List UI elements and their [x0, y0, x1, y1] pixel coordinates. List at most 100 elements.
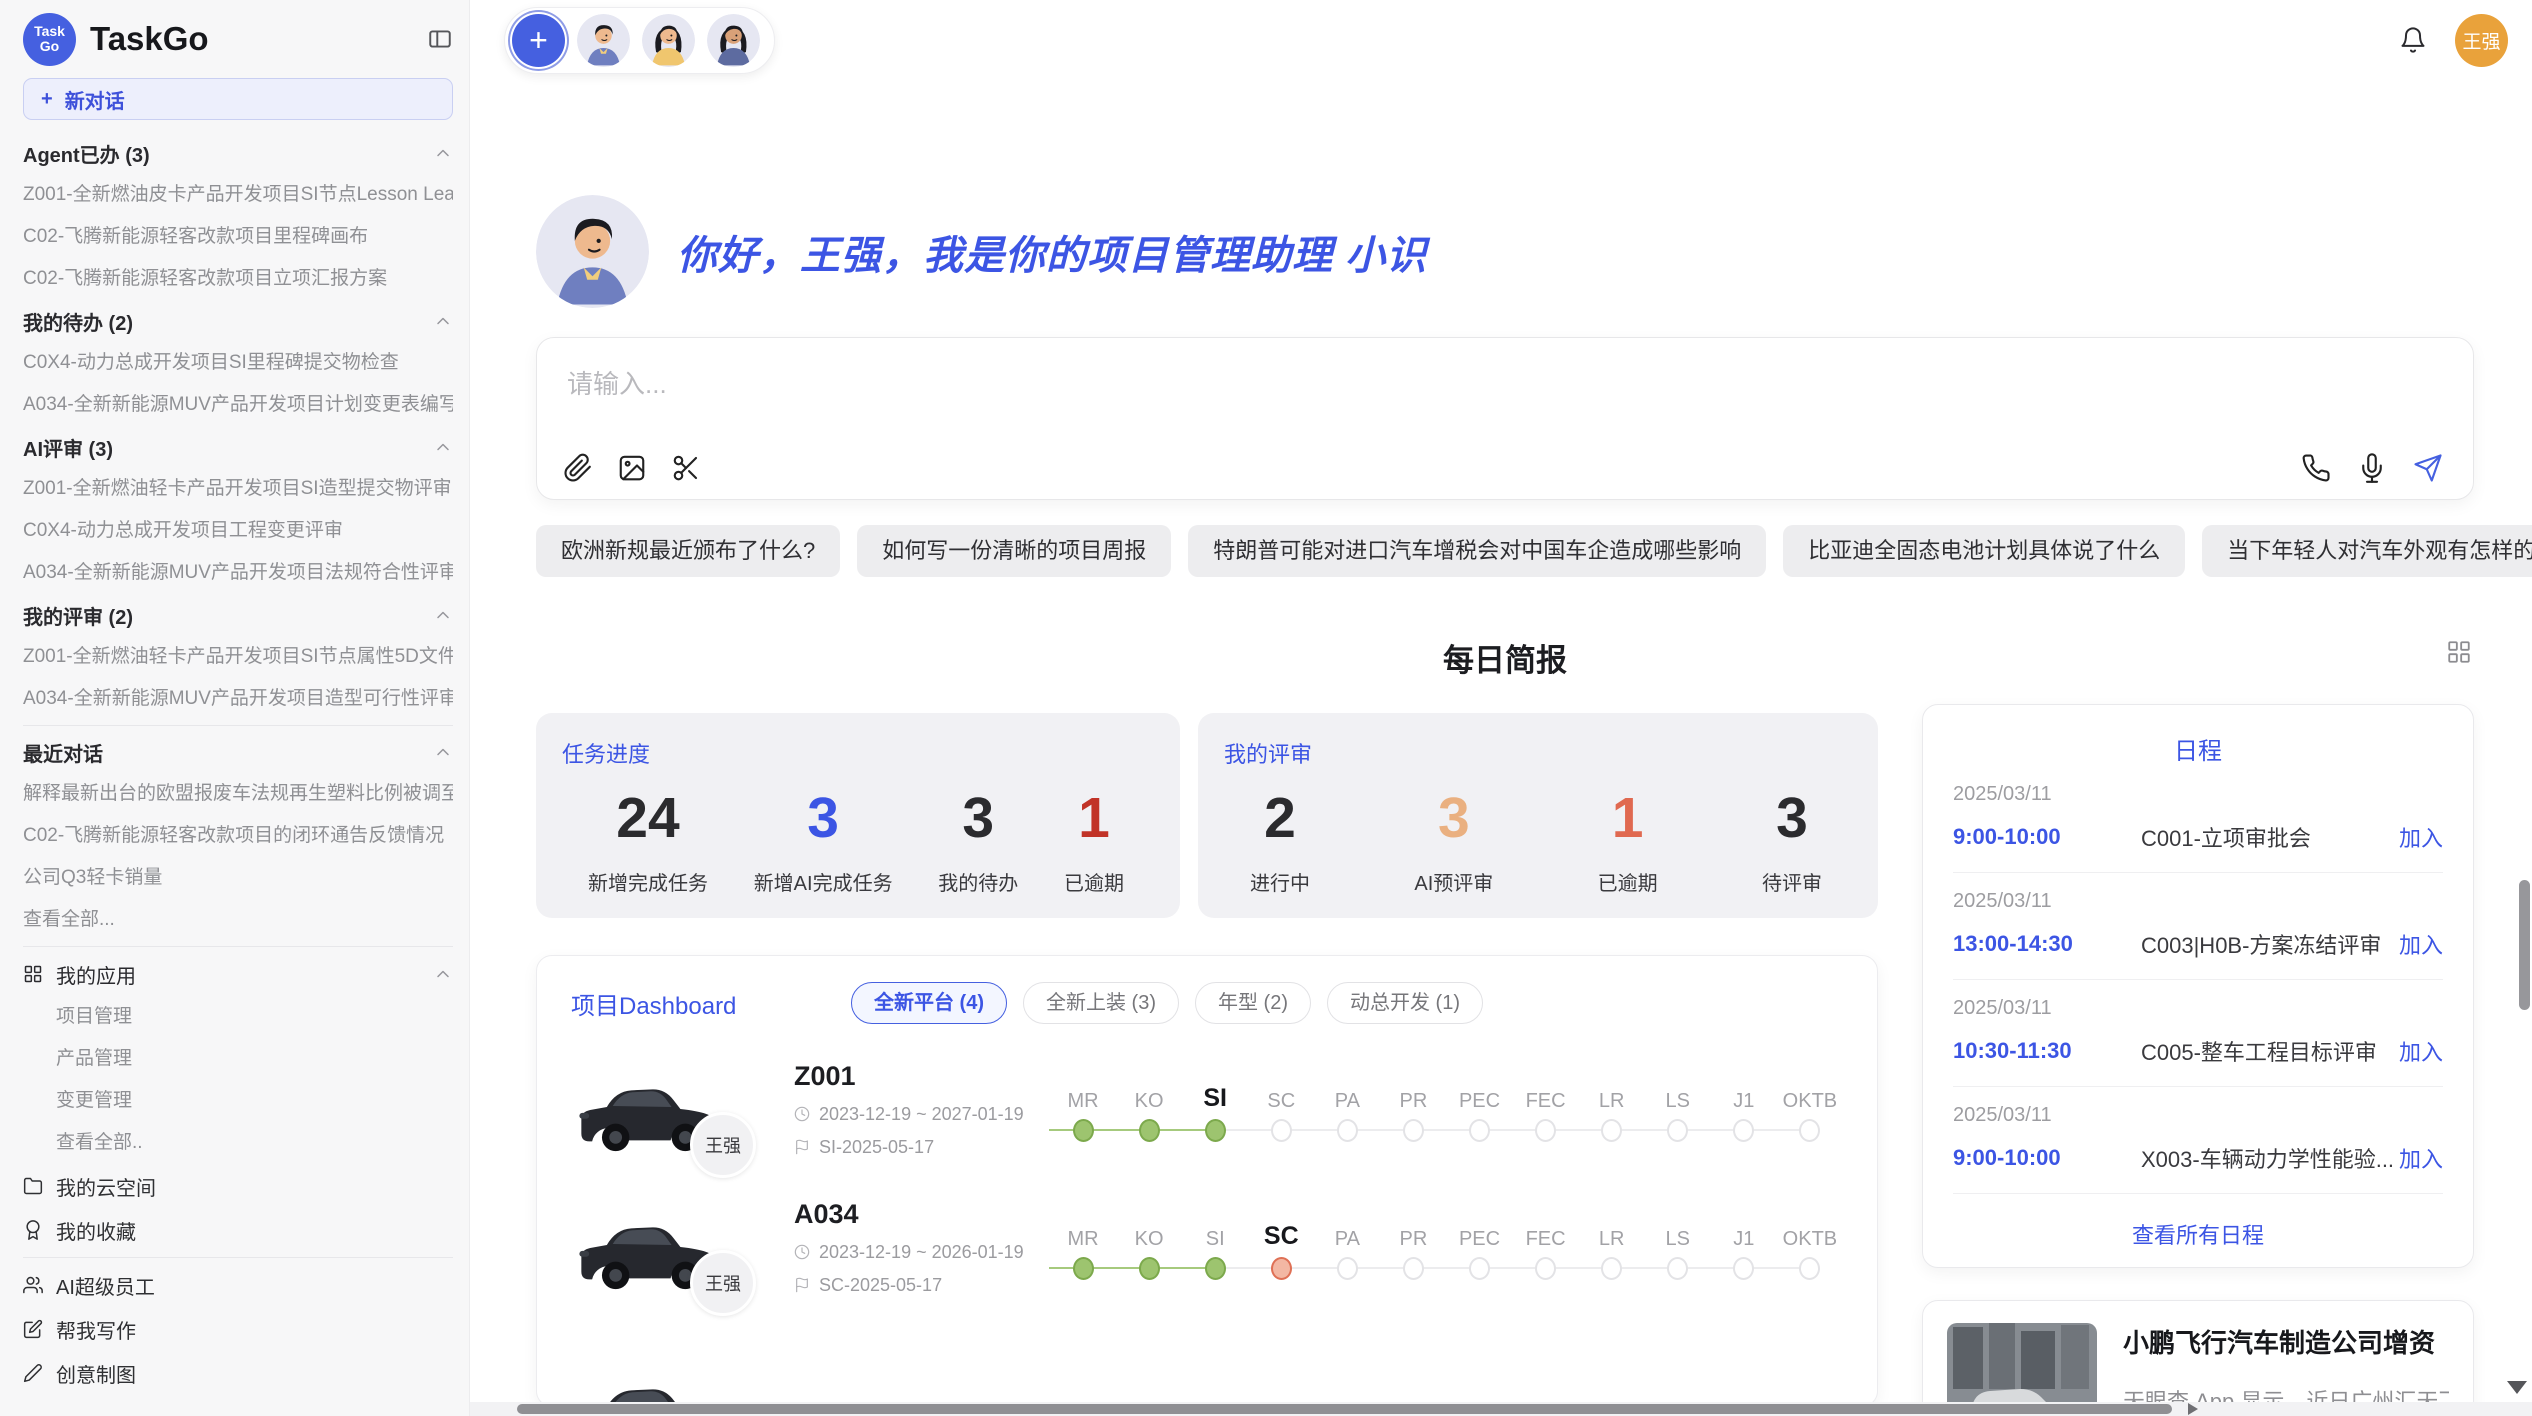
chat-input-card [536, 337, 2474, 500]
stat: 2 进行中 [1250, 785, 1310, 896]
topbar: + 王强 [470, 0, 2532, 80]
app-item[interactable]: 变更管理 [23, 1080, 453, 1122]
dashboard-filter-pill[interactable]: 全新平台 (4) [851, 982, 1007, 1024]
chat-input[interactable] [565, 362, 1693, 397]
member-avatar-2[interactable] [642, 14, 695, 67]
dashboard-filter-pill[interactable]: 年型 (2) [1195, 982, 1311, 1024]
sidebar-item[interactable]: C0X4-动力总成开发项目工程变更评审 [23, 510, 453, 552]
sidebar-tool-0[interactable]: AI超级员工 [23, 1263, 453, 1307]
app-item[interactable]: 产品管理 [23, 1038, 453, 1080]
vertical-scrollbar-thumb[interactable] [2519, 880, 2530, 1010]
sidebar-item[interactable]: A034-全新新能源MUV产品开发项目法规符合性评审 [23, 552, 453, 594]
conversation-avatars-pill: + [504, 7, 775, 74]
join-button[interactable]: 加入 [2399, 821, 2443, 853]
chevron-up-icon [433, 437, 453, 457]
sidebar-section-header-1[interactable]: 我的待办 (2) [23, 300, 453, 342]
project-dates: 2023-12-19 ~ 2027-01-19 [794, 1104, 1044, 1125]
sidebar-link-cloud[interactable]: 我的云空间 [23, 1164, 453, 1208]
stat-label: 新增AI完成任务 [754, 867, 893, 896]
event-date: 2025/03/11 [1953, 997, 2443, 1020]
panel-collapse-icon[interactable] [427, 26, 453, 52]
milestone-dot [1469, 1257, 1490, 1280]
suggestion-chip[interactable]: 当下年轻人对汽车外观有怎样的喜好趋势 [2202, 525, 2532, 577]
join-button[interactable]: 加入 [2399, 1035, 2443, 1067]
sidebar-item[interactable]: Z001-全新燃油轻卡产品开发项目SI造型提交物评审 [23, 468, 453, 510]
sidebar-item[interactable]: A034-全新新能源MUV产品开发项目造型可行性评审 [23, 678, 453, 720]
send-icon[interactable] [2413, 453, 2443, 483]
sidebar-item[interactable]: C02-飞腾新能源轻客改款项目立项汇报方案 [23, 258, 453, 300]
view-all-schedule-link[interactable]: 查看所有日程 [1953, 1218, 2443, 1250]
scissors-icon[interactable] [671, 453, 701, 483]
sidebar-section-header-2[interactable]: AI评审 (3) [23, 426, 453, 468]
project-row[interactable]: 王强 A034 2023-12-19 ~ 2026-01-19 SC-2025-… [571, 1194, 1843, 1300]
milestone-dot [1403, 1257, 1424, 1280]
divider [23, 946, 453, 947]
sidebar-section-recent[interactable]: 最近对话 [23, 731, 453, 773]
paperclip-icon[interactable] [563, 453, 593, 483]
mic-icon[interactable] [2357, 453, 2387, 483]
sidebar-section-header-3[interactable]: 我的评审 (2) [23, 594, 453, 636]
topbar-right: 王强 [2399, 14, 2508, 67]
suggestion-chip[interactable]: 比亚迪全固态电池计划具体说了什么 [1783, 525, 2185, 577]
stat-value: 1 [1064, 785, 1124, 851]
member-avatar-3[interactable] [707, 14, 760, 67]
horizontal-scrollbar-thumb[interactable] [517, 1404, 2172, 1414]
grid-layout-icon[interactable] [2446, 639, 2472, 665]
sidebar-item[interactable]: C02-飞腾新能源轻客改款项目里程碑画布 [23, 216, 453, 258]
recent-chat-item[interactable]: C02-飞腾新能源轻客改款项目的闭环通告反馈情况 [23, 815, 453, 857]
dashboard-filter-pill[interactable]: 动总开发 (1) [1327, 982, 1483, 1024]
user-avatar[interactable]: 王强 [2455, 14, 2508, 67]
image-icon[interactable] [617, 453, 647, 483]
suggestion-chip[interactable]: 如何写一份清晰的项目周报 [857, 525, 1171, 577]
phone-icon[interactable] [2301, 453, 2331, 483]
milestone-MR: MR [1050, 1077, 1116, 1142]
sidebar-item[interactable]: C0X4-动力总成开发项目SI里程碑提交物检查 [23, 342, 453, 384]
horizontal-scrollbar-track[interactable] [470, 1402, 2532, 1416]
sidebar-item[interactable]: A034-全新新能源MUV产品开发项目计划变更表编写 [23, 384, 453, 426]
dashboard-filter-pill[interactable]: 全新上装 (3) [1023, 982, 1179, 1024]
sidebar-item[interactable]: Z001-全新燃油轻卡产品开发项目SI节点属性5D文件评审 [23, 636, 453, 678]
main-area: + 王强 [470, 0, 2532, 1416]
member-avatar-1[interactable] [577, 14, 630, 67]
scroll-right-arrow[interactable] [2188, 1403, 2198, 1415]
suggestion-chip[interactable]: 欧洲新规最近颁布了什么? [536, 525, 840, 577]
app-logo: Task Go [23, 13, 76, 66]
stat-label: 进行中 [1250, 867, 1310, 896]
divider [23, 725, 453, 726]
milestone-SC: SC [1248, 1077, 1314, 1142]
project-flag: SC-2025-05-17 [794, 1275, 1044, 1296]
sidebar-section-header-0[interactable]: Agent已办 (3) [23, 132, 453, 174]
join-button[interactable]: 加入 [2399, 928, 2443, 960]
briefing-title: 每日简报 [1443, 643, 1567, 678]
view-all-apps-link[interactable]: 查看全部.. [23, 1122, 453, 1164]
stat-card-0: 任务进度 24 新增完成任务 3 新增AI完成任务 3 我的待办 1 已逾期 [536, 713, 1180, 918]
sidebar-link-favorites[interactable]: 我的收藏 [23, 1208, 453, 1252]
project-row-partial[interactable] [571, 1356, 1843, 1407]
bell-icon[interactable] [2399, 26, 2427, 54]
stat-value: 3 [754, 785, 893, 851]
stat: 1 已逾期 [1064, 785, 1124, 896]
sidebar-item[interactable]: Z001-全新燃油皮卡产品开发项目SI节点Lesson Learn报告 [23, 174, 453, 216]
view-all-chats-link[interactable]: 查看全部... [23, 899, 453, 941]
project-row[interactable]: 王强 Z001 2023-12-19 ~ 2027-01-19 SI-2025-… [571, 1056, 1843, 1162]
sidebar-tool-2[interactable]: 创意制图 [23, 1351, 453, 1395]
news-card[interactable]: 小鹏飞行汽车制造公司增资 天眼查 App 显示，近日广州汇天飞行汽... [1922, 1300, 2474, 1416]
milestone-LS: LS [1645, 1215, 1711, 1280]
stat-label: 待评审 [1762, 867, 1822, 896]
stat-label: 新增完成任务 [588, 867, 708, 896]
app-item[interactable]: 项目管理 [23, 996, 453, 1038]
suggestion-chip[interactable]: 特朗普可能对进口汽车增税会对中国车企造成哪些影响 [1188, 525, 1766, 577]
sidebar-tool-1[interactable]: 帮我写作 [23, 1307, 453, 1351]
recent-chat-item[interactable]: 公司Q3轻卡销量 [23, 857, 453, 899]
add-conversation-button[interactable]: + [512, 14, 565, 67]
sidebar-my-apps[interactable]: 我的应用 [23, 952, 453, 996]
recent-chat-item[interactable]: 解释最新出台的欧盟报废车法规再生塑料比例被调至15%... [23, 773, 453, 815]
event-name: C003|H0B-方案冻结评审 [2141, 928, 2399, 960]
new-chat-button[interactable]: + 新对话 [23, 78, 453, 120]
join-button[interactable]: 加入 [2399, 1142, 2443, 1174]
suggestion-chips: 欧洲新规最近颁布了什么? 如何写一份清晰的项目周报特朗普可能对进口汽车增税会对中国… [536, 525, 2474, 577]
milestone-dot [1139, 1257, 1160, 1280]
award-icon [23, 1220, 43, 1240]
milestone-KO: KO [1116, 1077, 1182, 1142]
scroll-down-arrow[interactable] [2507, 1381, 2527, 1394]
